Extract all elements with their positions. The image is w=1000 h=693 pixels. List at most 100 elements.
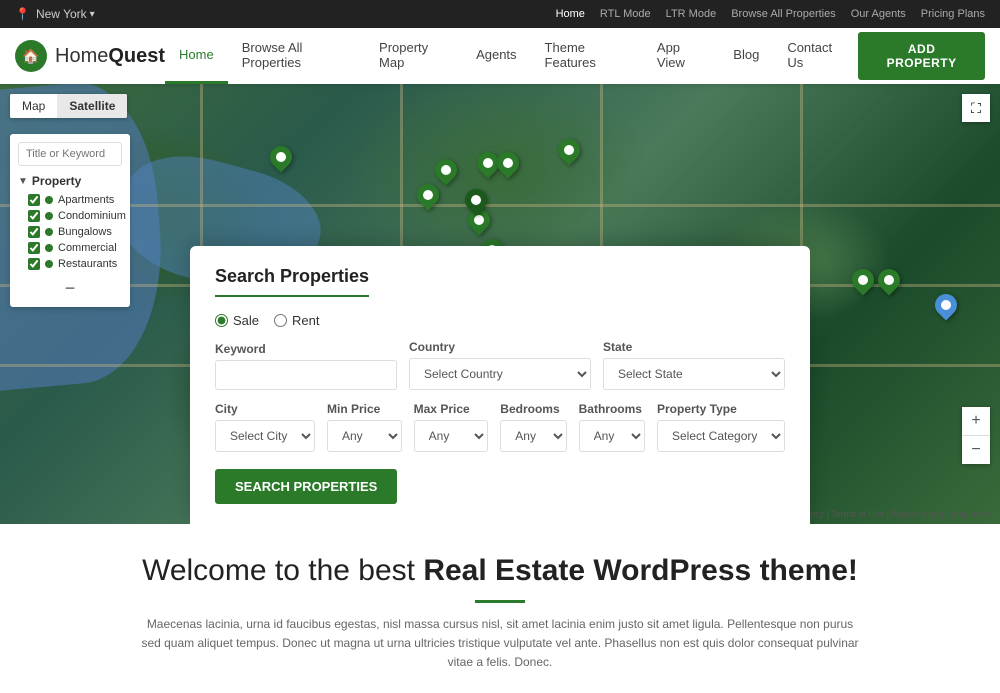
sidebar-item-bungalows[interactable]: Bungalows xyxy=(18,224,122,240)
field-bedrooms: Bedrooms Any xyxy=(500,402,566,452)
search-properties-button[interactable]: SEARCH PROPERTIES xyxy=(215,469,397,504)
sidebar-minus-btn[interactable]: − xyxy=(65,278,76,299)
bathrooms-select[interactable]: Any xyxy=(579,420,645,452)
nav-link-agents[interactable]: Agents xyxy=(462,28,530,84)
sidebar-dot xyxy=(45,212,53,220)
sidebar-item-label: Restaurants xyxy=(58,258,117,270)
nav-link-browse[interactable]: Browse All Properties xyxy=(228,28,365,84)
welcome-section: Welcome to the best Real Estate WordPres… xyxy=(0,524,1000,693)
map-type-controls: Map Satellite xyxy=(10,94,127,118)
field-max-price: Max Price Any xyxy=(414,402,489,452)
max-price-label: Max Price xyxy=(414,402,489,416)
logo[interactable]: 🏠 HomeQuest xyxy=(15,40,165,72)
map-zoom-controls: + − xyxy=(962,407,990,464)
welcome-title-part1: Welcome to the best xyxy=(142,554,423,587)
max-price-select[interactable]: Any xyxy=(414,420,489,452)
radio-group: Sale Rent xyxy=(215,313,785,328)
property-type-label: Property Type xyxy=(657,402,785,416)
sidebar-section-property: ▼ Property Apartments Condominium Bungal… xyxy=(18,174,122,272)
top-bar: 📍 New York ▾ Home RTL Mode LTR Mode Brow… xyxy=(0,0,1000,28)
welcome-body-text: Maecenas lacinia, urna id faucibus egest… xyxy=(140,615,860,673)
radio-rent[interactable] xyxy=(274,314,287,327)
field-state: State Select State xyxy=(603,340,785,390)
state-label: State xyxy=(603,340,785,354)
location-dropdown[interactable]: New York ▾ xyxy=(36,7,95,21)
nav-link-contact[interactable]: Contact Us xyxy=(773,28,858,84)
property-type-select[interactable]: Select Category xyxy=(657,420,785,452)
logo-text: HomeQuest xyxy=(55,45,165,68)
nav-link-app-view[interactable]: App View xyxy=(643,28,719,84)
map-fullscreen-button[interactable]: ⛶ xyxy=(962,94,990,122)
bedrooms-select[interactable]: Any xyxy=(500,420,566,452)
sidebar-checkbox-bungalows[interactable] xyxy=(28,226,40,238)
field-bathrooms: Bathrooms Any xyxy=(579,402,645,452)
welcome-divider xyxy=(475,600,525,603)
topbar-link-browse[interactable]: Browse All Properties xyxy=(731,8,836,20)
rent-label: Rent xyxy=(292,313,319,328)
sidebar-item-label: Commercial xyxy=(58,242,117,254)
sale-label: Sale xyxy=(233,313,259,328)
country-select[interactable]: Select Country xyxy=(409,358,591,390)
logo-icon: 🏠 xyxy=(15,40,47,72)
top-bar-right: Home RTL Mode LTR Mode Browse All Proper… xyxy=(556,8,985,20)
field-min-price: Min Price Any xyxy=(327,402,402,452)
map-type-button-satellite[interactable]: Satellite xyxy=(57,94,127,118)
radio-label-sale[interactable]: Sale xyxy=(215,313,259,328)
sidebar-search-input[interactable] xyxy=(18,142,122,166)
topbar-link-agents[interactable]: Our Agents xyxy=(851,8,906,20)
topbar-link-home[interactable]: Home xyxy=(556,8,585,20)
nav-link-theme-features[interactable]: Theme Features xyxy=(531,28,643,84)
sidebar-checkbox-apartments[interactable] xyxy=(28,194,40,206)
sidebar-dot xyxy=(45,196,53,204)
map-zoom-out-button[interactable]: − xyxy=(962,436,990,464)
sidebar-dot xyxy=(45,244,53,252)
field-keyword: Keyword xyxy=(215,342,397,390)
search-row-1: Keyword Country Select Country State Sel… xyxy=(215,340,785,390)
welcome-title-part2: Real Estate WordPress theme! xyxy=(423,554,858,587)
nav-links: Home Browse All Properties Property Map … xyxy=(165,28,858,84)
main-nav: 🏠 HomeQuest Home Browse All Properties P… xyxy=(0,28,1000,84)
sidebar-checkbox-restaurants[interactable] xyxy=(28,258,40,270)
collapse-icon: ▼ xyxy=(18,176,28,187)
min-price-label: Min Price xyxy=(327,402,402,416)
location-label: New York xyxy=(36,7,87,21)
keyword-label: Keyword xyxy=(215,342,397,356)
min-price-select[interactable]: Any xyxy=(327,420,402,452)
sidebar-dot xyxy=(45,260,53,268)
state-select[interactable]: Select State xyxy=(603,358,785,390)
topbar-link-pricing[interactable]: Pricing Plans xyxy=(921,8,985,20)
sidebar-item-commercial[interactable]: Commercial xyxy=(18,240,122,256)
radio-label-rent[interactable]: Rent xyxy=(274,313,319,328)
nav-link-home[interactable]: Home xyxy=(165,28,228,84)
sidebar-section-title[interactable]: ▼ Property xyxy=(18,174,122,188)
sidebar-item-restaurants[interactable]: Restaurants xyxy=(18,256,122,272)
field-property-type: Property Type Select Category xyxy=(657,402,785,452)
radio-sale[interactable] xyxy=(215,314,228,327)
topbar-link-ltr[interactable]: LTR Mode xyxy=(666,8,717,20)
bedrooms-label: Bedrooms xyxy=(500,402,566,416)
map-zoom-in-button[interactable]: + xyxy=(962,407,990,435)
sidebar-checkbox-commercial[interactable] xyxy=(28,242,40,254)
city-label: City xyxy=(215,402,315,416)
bathrooms-label: Bathrooms xyxy=(579,402,645,416)
nav-link-property-map[interactable]: Property Map xyxy=(365,28,462,84)
sidebar-item-condominium[interactable]: Condominium xyxy=(18,208,122,224)
map-container: Map Satellite ⛶ + − ▼ Property xyxy=(0,84,1000,524)
sidebar-item-label: Bungalows xyxy=(58,226,112,238)
map-type-button-map[interactable]: Map xyxy=(10,94,57,118)
dropdown-arrow-icon: ▾ xyxy=(90,9,95,20)
sidebar-item-apartments[interactable]: Apartments xyxy=(18,192,122,208)
field-city: City Select City xyxy=(215,402,315,452)
search-row-2: City Select City Min Price Any Max Price… xyxy=(215,402,785,452)
keyword-input[interactable] xyxy=(215,360,397,390)
sidebar-checkbox-condominium[interactable] xyxy=(28,210,40,222)
sidebar-dot xyxy=(45,228,53,236)
search-panel-title: Search Properties xyxy=(215,266,369,297)
add-property-button[interactable]: ADD PROPERTY xyxy=(858,32,985,80)
nav-link-blog[interactable]: Blog xyxy=(719,28,773,84)
map-sidebar: ▼ Property Apartments Condominium Bungal… xyxy=(10,134,130,307)
topbar-link-rtl[interactable]: RTL Mode xyxy=(600,8,651,20)
city-select[interactable]: Select City xyxy=(215,420,315,452)
section-title-label: Property xyxy=(32,174,81,188)
field-country: Country Select Country xyxy=(409,340,591,390)
